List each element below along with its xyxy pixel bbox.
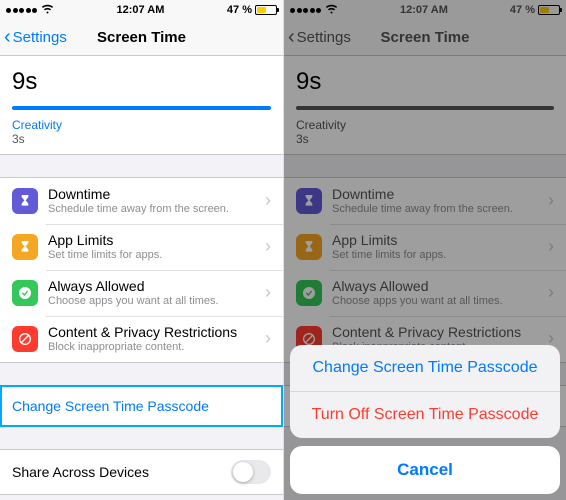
action-sheet: Change Screen Time Passcode Turn Off Scr… [290, 345, 560, 494]
row-subtitle: Schedule time away from the screen. [48, 203, 265, 216]
share-label: Share Across Devices [12, 464, 149, 480]
sheet-cancel-label: Cancel [397, 460, 453, 479]
row-title: Downtime [48, 186, 265, 203]
nav-bar: ‹ Settings Screen Time [0, 20, 283, 56]
status-time: 12:07 AM [117, 4, 165, 16]
row-always-allowed[interactable]: Always Allowed Choose apps you want at a… [0, 270, 283, 316]
nosign-icon [12, 326, 38, 352]
check-icon [12, 280, 38, 306]
chevron-left-icon: ‹ [4, 26, 11, 49]
sheet-change-passcode[interactable]: Change Screen Time Passcode [290, 345, 560, 391]
sheet-cancel[interactable]: Cancel [290, 446, 560, 494]
row-subtitle: Choose apps you want at all times. [48, 295, 265, 308]
row-subtitle: Set time limits for apps. [48, 249, 265, 262]
row-subtitle: Block inappropriate content. [48, 341, 265, 354]
battery-icon [255, 5, 277, 15]
usage-category-label: Creativity [12, 118, 271, 132]
usage-bar [12, 106, 271, 110]
usage-total: 9s [12, 68, 271, 96]
usage-category-time: 3s [12, 132, 271, 146]
hourglass-icon [12, 188, 38, 214]
sheet-turn-off-passcode[interactable]: Turn Off Screen Time Passcode [290, 391, 560, 438]
chevron-right-icon: › [265, 190, 271, 211]
phone-right: 12:07 AM 47 % ‹ Settings Screen Time 9s … [283, 0, 566, 500]
status-bar: 12:07 AM 47 % [0, 0, 283, 20]
settings-list: Downtime Schedule time away from the scr… [0, 177, 283, 363]
row-title: Content & Privacy Restrictions [48, 324, 265, 341]
row-content-privacy[interactable]: Content & Privacy Restrictions Block ina… [0, 316, 283, 362]
row-app-limits[interactable]: App Limits Set time limits for apps. › [0, 224, 283, 270]
wifi-icon [41, 4, 54, 17]
share-toggle[interactable] [231, 460, 271, 484]
hourglass-icon [12, 234, 38, 260]
change-passcode-row[interactable]: Change Screen Time Passcode [0, 385, 283, 427]
signal-icon [6, 8, 37, 13]
back-button[interactable]: ‹ Settings [0, 26, 67, 49]
chevron-right-icon: › [265, 282, 271, 303]
share-footer: You can enable this on any device signed… [0, 495, 283, 500]
row-title: App Limits [48, 232, 265, 249]
page-title: Screen Time [97, 29, 186, 46]
row-title: Always Allowed [48, 278, 265, 295]
phone-left: 12:07 AM 47 % ‹ Settings Screen Time 9s … [0, 0, 283, 500]
battery-percent: 47 % [227, 4, 252, 16]
change-passcode-label: Change Screen Time Passcode [12, 398, 209, 414]
back-label: Settings [13, 29, 67, 46]
sheet-change-label: Change Screen Time Passcode [312, 359, 537, 376]
share-across-devices-row[interactable]: Share Across Devices [0, 449, 283, 495]
row-downtime[interactable]: Downtime Schedule time away from the scr… [0, 178, 283, 224]
sheet-turnoff-label: Turn Off Screen Time Passcode [312, 406, 539, 423]
chevron-right-icon: › [265, 236, 271, 257]
chevron-right-icon: › [265, 328, 271, 349]
usage-summary[interactable]: 9s Creativity 3s [0, 56, 283, 155]
